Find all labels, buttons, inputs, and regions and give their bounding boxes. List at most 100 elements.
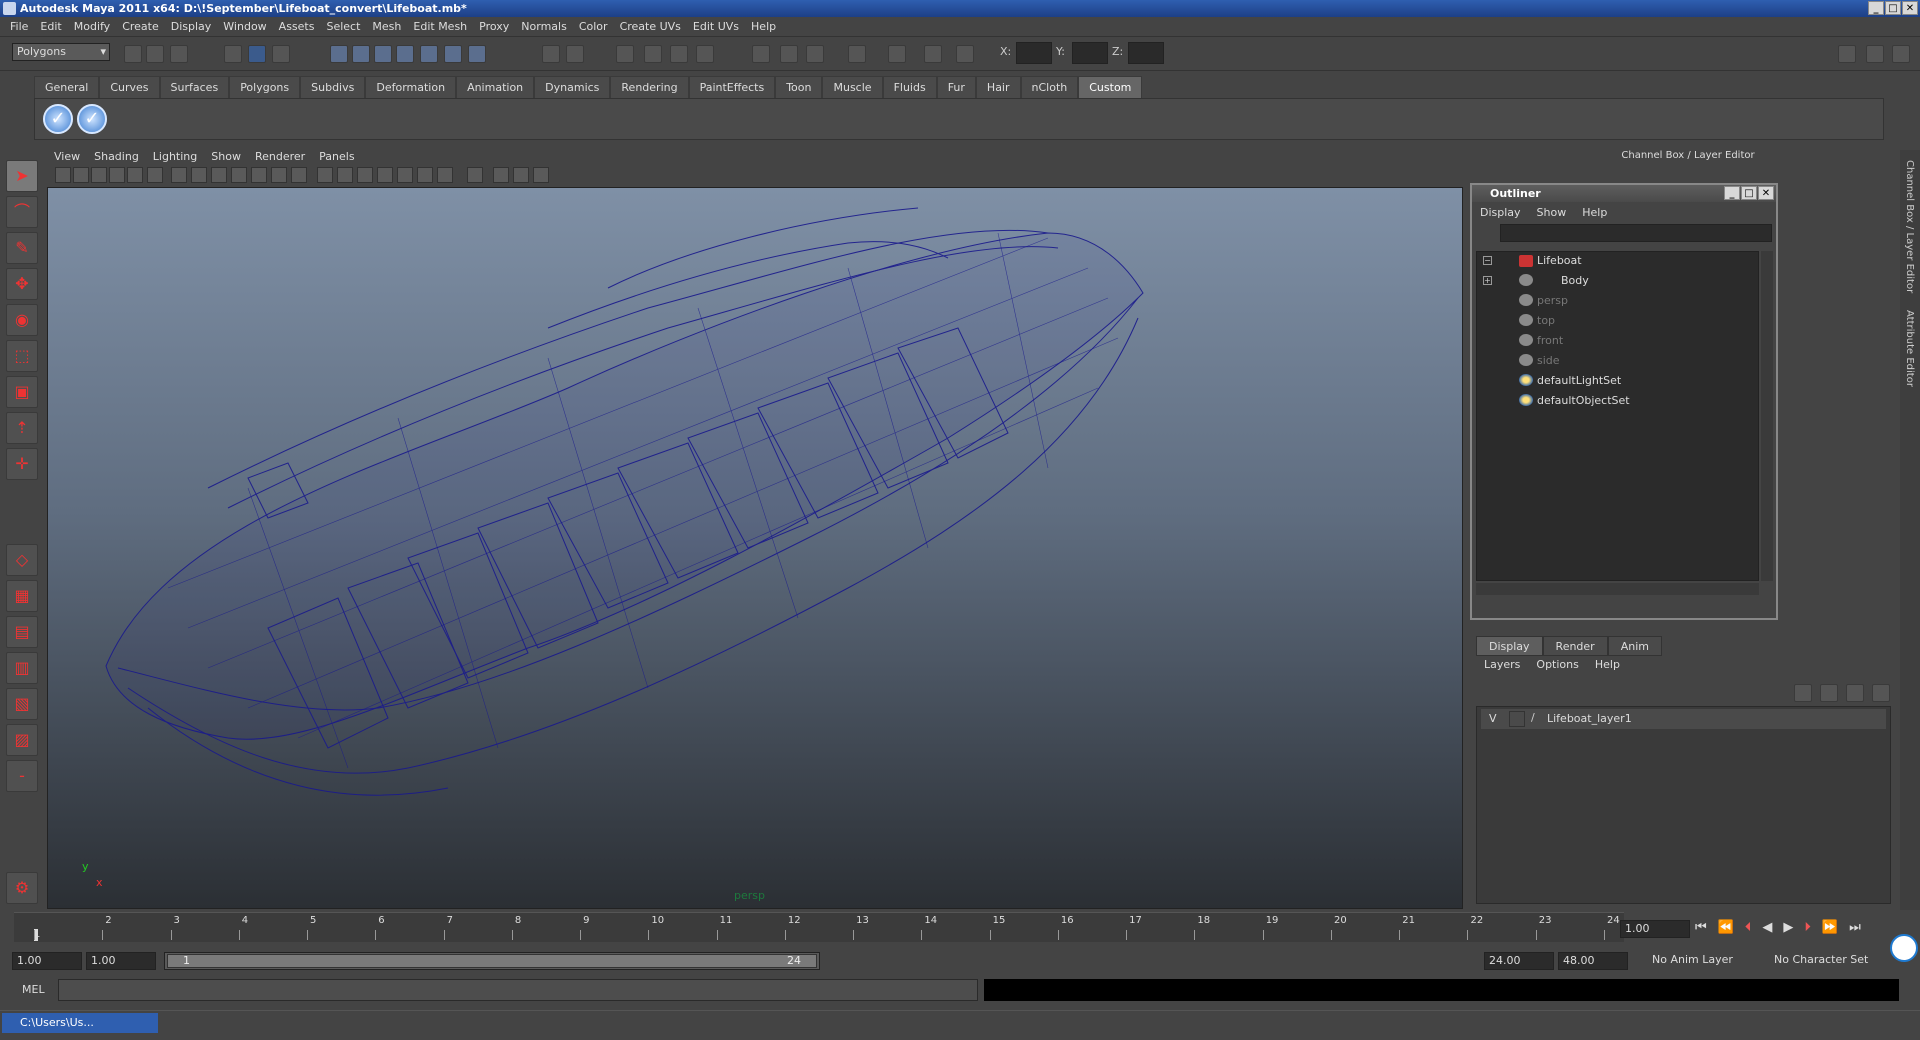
layer-menu-options[interactable]: Options <box>1528 658 1586 676</box>
playback-start-field[interactable]: 1.00 <box>86 952 156 970</box>
render-view-icon[interactable] <box>696 45 714 63</box>
scale-tool-icon[interactable]: ⬚ <box>6 340 38 372</box>
graph-editor-layout-icon[interactable]: ▨ <box>6 724 38 756</box>
tool-settings-toggle-icon[interactable] <box>1866 45 1884 63</box>
anim-layer-selector[interactable]: No Anim Layer <box>1648 952 1760 970</box>
x-coord-field[interactable] <box>1016 42 1052 64</box>
shelf-tab-curves[interactable]: Curves <box>99 76 160 98</box>
range-slider[interactable]: 1 24 <box>164 952 820 970</box>
animation-end-field[interactable]: 48.00 <box>1558 952 1628 970</box>
wireframe-on-shaded-icon[interactable] <box>357 167 373 183</box>
shelf-tab-muscle[interactable]: Muscle <box>822 76 883 98</box>
transform-icon[interactable] <box>806 45 824 63</box>
hypergraph-icon[interactable] <box>670 45 688 63</box>
command-input-field[interactable] <box>58 979 978 1001</box>
outliner-item-default-object-set[interactable]: defaultObjectSet <box>1537 394 1630 407</box>
manipulator-tool-icon[interactable]: ▣ <box>6 376 38 408</box>
outliner-item-default-light-set[interactable]: defaultLightSet <box>1537 374 1621 387</box>
layer-row[interactable]: V / Lifeboat_layer1 <box>1481 709 1886 729</box>
menu-mesh[interactable]: Mesh <box>366 20 407 33</box>
default-light-icon[interactable] <box>397 167 413 183</box>
viewport-menu-show[interactable]: Show <box>204 150 248 163</box>
attribute-editor-side-tab[interactable]: Attribute Editor <box>1904 310 1915 387</box>
rotate-tool-icon[interactable]: ◉ <box>6 304 38 336</box>
menu-set-selector[interactable]: Polygons <box>12 43 110 61</box>
hypershade-layout-icon[interactable]: ▧ <box>6 688 38 720</box>
menu-create-uvs[interactable]: Create UVs <box>614 20 687 33</box>
menu-edit-uvs[interactable]: Edit UVs <box>687 20 745 33</box>
shelf-tab-deformation[interactable]: Deformation <box>365 76 457 98</box>
play-backward-icon[interactable]: ◀ <box>1762 920 1772 938</box>
viewport-menu-renderer[interactable]: Renderer <box>248 150 312 163</box>
playback-end-field[interactable]: 24.00 <box>1484 952 1554 970</box>
textured-icon[interactable] <box>377 167 393 183</box>
save-scene-icon[interactable] <box>170 45 188 63</box>
smooth-shade-icon[interactable] <box>337 167 353 183</box>
select-component-icon[interactable] <box>272 45 290 63</box>
outliner-vertical-scrollbar[interactable] <box>1761 251 1773 581</box>
layer-menu-layers[interactable]: Layers <box>1476 658 1528 676</box>
new-scene-icon[interactable] <box>124 45 142 63</box>
shelf-tab-dynamics[interactable]: Dynamics <box>534 76 611 98</box>
layer-tab-render[interactable]: Render <box>1542 636 1608 656</box>
menu-select[interactable]: Select <box>320 20 366 33</box>
perspective-outliner-layout-icon[interactable]: ▤ <box>6 616 38 648</box>
layer-up-icon[interactable] <box>1846 684 1864 702</box>
layer-color-icon[interactable]: / <box>1531 711 1545 727</box>
collapse-icon[interactable]: − <box>1483 256 1492 265</box>
perspective-viewport[interactable]: y x persp <box>47 187 1463 909</box>
xray-joints-icon[interactable] <box>513 167 529 183</box>
menu-color[interactable]: Color <box>573 20 614 33</box>
outliner-item-persp[interactable]: persp <box>1537 294 1568 307</box>
layout-options-icon[interactable]: - <box>6 760 38 792</box>
help-icon[interactable] <box>468 45 486 63</box>
camera-attributes-icon[interactable] <box>73 167 89 183</box>
range-slider-bar[interactable] <box>167 954 817 968</box>
2d-pan-zoom-icon[interactable] <box>127 167 143 183</box>
isolate-icon[interactable] <box>752 45 770 63</box>
outliner-close-button[interactable]: ✕ <box>1758 186 1774 200</box>
outliner-menu-display[interactable]: Display <box>1472 206 1529 219</box>
hud-icon[interactable] <box>533 167 549 183</box>
go-to-end-icon[interactable]: ⏭ <box>1849 920 1861 938</box>
safe-action-icon[interactable] <box>271 167 287 183</box>
outliner-search-field[interactable] <box>1500 224 1772 242</box>
menu-display[interactable]: Display <box>165 20 218 33</box>
minimized-window-item[interactable]: C:\Users\Us... <box>2 1013 158 1033</box>
create-layer-from-selected-icon[interactable] <box>1820 684 1838 702</box>
open-scene-icon[interactable] <box>146 45 164 63</box>
shelf-tab-subdivs[interactable]: Subdivs <box>300 76 366 98</box>
select-object-icon[interactable] <box>248 45 266 63</box>
isolate-select-icon[interactable] <box>467 167 483 183</box>
perspective-graph-layout-icon[interactable]: ▥ <box>6 652 38 684</box>
layer-tab-anim[interactable]: Anim <box>1607 636 1662 656</box>
maximize-button[interactable]: □ <box>1885 1 1901 15</box>
shelf-tab-fur[interactable]: Fur <box>936 76 976 98</box>
create-layer-icon[interactable] <box>1794 684 1812 702</box>
film-gate-icon[interactable] <box>191 167 207 183</box>
channel-box-side-tab[interactable]: Channel Box / Layer Editor <box>1904 160 1915 293</box>
viewport-menu-lighting[interactable]: Lighting <box>146 150 204 163</box>
soft-mod-tool-icon[interactable]: ⇡ <box>6 412 38 444</box>
image-plane-icon[interactable] <box>109 167 125 183</box>
outliner-item-body[interactable]: Body <box>1561 274 1589 287</box>
bookmark-icon[interactable] <box>91 167 107 183</box>
menu-window[interactable]: Window <box>217 20 272 33</box>
shelf-tab-ncloth[interactable]: nCloth <box>1020 76 1079 98</box>
viewport-menu-shading[interactable]: Shading <box>87 150 146 163</box>
channel-box-toggle-icon[interactable] <box>1838 45 1856 63</box>
outliner-item-front[interactable]: front <box>1537 334 1563 347</box>
menu-edit[interactable]: Edit <box>34 20 67 33</box>
character-set-selector[interactable]: No Character Set <box>1770 952 1880 970</box>
outliner-horizontal-scrollbar[interactable] <box>1476 583 1759 595</box>
outliner-menu-help[interactable]: Help <box>1574 206 1615 219</box>
outliner-maximize-button[interactable]: □ <box>1741 186 1757 200</box>
layer-tab-display[interactable]: Display <box>1476 636 1543 656</box>
outliner-minimize-button[interactable]: _ <box>1724 186 1740 200</box>
shelf-tab-hair[interactable]: Hair <box>975 76 1021 98</box>
menu-file[interactable]: File <box>4 20 34 33</box>
shelf-tab-surfaces[interactable]: Surfaces <box>159 76 230 98</box>
xray-icon[interactable] <box>493 167 509 183</box>
close-button[interactable]: ✕ <box>1902 1 1918 15</box>
move-tool-icon[interactable]: ✥ <box>6 268 38 300</box>
